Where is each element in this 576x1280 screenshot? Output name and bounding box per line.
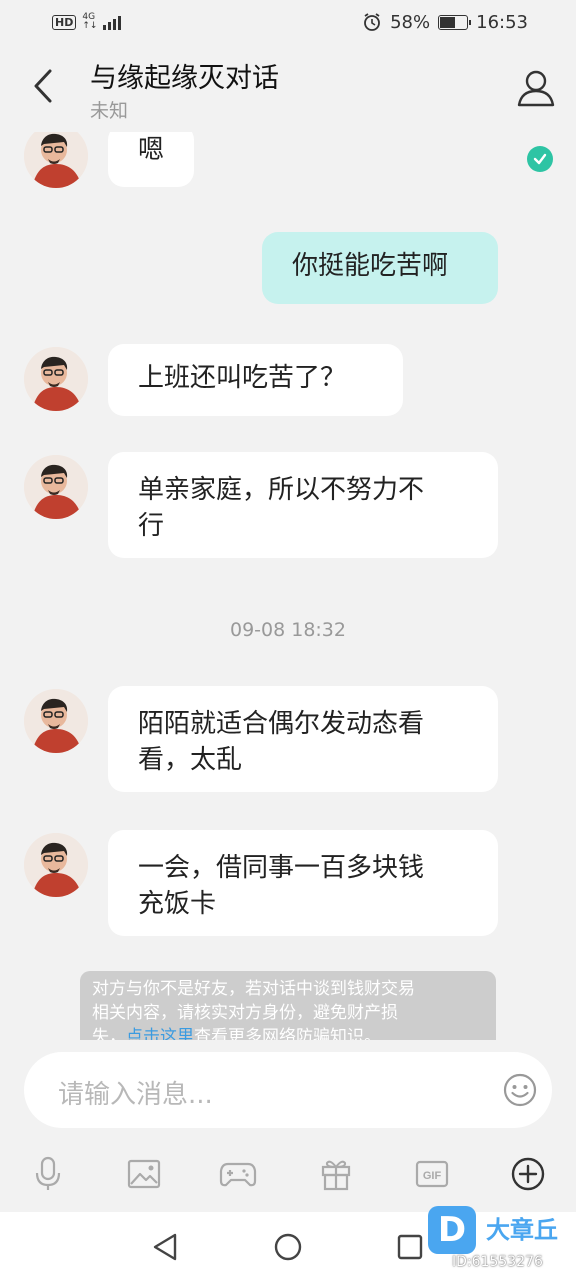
message-timestamp: 09-08 18:32 (229, 619, 346, 641)
message-bubble[interactable]: 单亲家庭，所以不努力不 行 (108, 452, 498, 558)
game-button[interactable] (218, 1154, 258, 1194)
gif-button[interactable]: GIF (412, 1154, 452, 1194)
message-bubble[interactable]: 你挺能吃苦啊 (262, 232, 498, 304)
hd-indicator: HD (52, 14, 77, 30)
gamepad-icon (219, 1162, 257, 1187)
nav-back-button[interactable] (148, 1230, 182, 1264)
watermark-logo: D (428, 1206, 476, 1254)
avatar-photo (24, 347, 88, 411)
safety-notice: 对方与你不是好友，若对话中谈到钱财交易 相关内容，请核实对方身份，避免财产损 失… (80, 971, 496, 1040)
nav-home-button[interactable] (271, 1230, 305, 1264)
smiley-icon (503, 1073, 537, 1107)
gif-label: GIF (423, 1170, 442, 1182)
image-icon (127, 1159, 161, 1189)
more-button[interactable] (508, 1154, 548, 1194)
watermark-name: 大章丘 (486, 1216, 558, 1244)
microphone-icon (35, 1156, 61, 1190)
gif-icon: GIF (415, 1160, 449, 1188)
profile-button[interactable] (514, 66, 558, 110)
avatar-photo (24, 833, 88, 897)
network-indicator: 4G ↑↓ (82, 12, 98, 31)
triangle-back-icon (153, 1233, 177, 1261)
back-button[interactable] (26, 64, 60, 108)
clock: 16:53 (476, 11, 528, 33)
battery-icon (438, 14, 472, 30)
emoji-button[interactable] (502, 1072, 538, 1108)
circle-home-icon (274, 1233, 302, 1261)
avatar-photo (24, 455, 88, 519)
input-toolbar: GIF (0, 1142, 576, 1202)
message-input-placeholder: 请输入消息... (58, 1080, 213, 1110)
signal-icon (103, 14, 122, 30)
status-bar: HD 4G ↑↓ 58% 16:53 (0, 0, 576, 44)
watermark: D 大章丘 ID:61553276 (414, 1202, 564, 1280)
watermark-id: ID:61553276 (452, 1254, 543, 1270)
avatar[interactable] (24, 132, 88, 188)
read-check-icon (527, 146, 553, 172)
message-bubble[interactable]: 上班还叫吃苦了？ (108, 344, 403, 416)
plus-circle-icon (511, 1157, 545, 1191)
message-bubble[interactable]: 嗯 (108, 132, 195, 187)
gift-button[interactable] (316, 1154, 356, 1194)
chat-title: 与缘起缘灭对话 (90, 63, 279, 94)
avatar[interactable] (24, 689, 88, 753)
avatar[interactable] (24, 455, 88, 519)
gift-icon (321, 1160, 351, 1191)
message-bubble[interactable]: 一会，借同事一百多块钱 充饭卡 (108, 830, 498, 936)
chat-subtitle: 未知 (90, 100, 129, 122)
alarm-icon (364, 13, 381, 31)
avatar-photo (24, 689, 88, 753)
chat-header: 与缘起缘灭对话 未知 (0, 44, 576, 132)
chevron-left-icon (34, 69, 52, 103)
message-bubble[interactable]: 陌陌就适合偶尔发动态看 看，太乱 (108, 686, 498, 792)
voice-button[interactable] (28, 1154, 68, 1194)
battery-percent: 58% (390, 11, 431, 33)
avatar[interactable] (24, 347, 88, 411)
avatar-photo (24, 132, 88, 188)
avatar[interactable] (24, 833, 88, 897)
user-icon (517, 70, 555, 107)
message-input[interactable]: 请输入消息... (24, 1052, 552, 1128)
photo-button[interactable] (124, 1154, 164, 1194)
anti-fraud-link[interactable]: 点击这里 (126, 1027, 194, 1040)
message-list[interactable]: 嗯 你挺能吃苦啊 上班还叫吃苦了？ 单亲家庭，所以不努力不 行 09-08 18… (0, 132, 576, 1040)
